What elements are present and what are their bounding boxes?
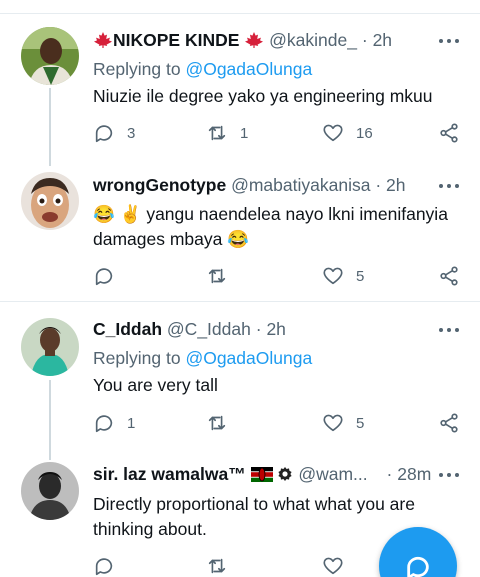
maple-leaf-icon	[94, 32, 112, 48]
like-button[interactable]	[322, 554, 356, 577]
tweet-text: 😂 ✌️ yangu naendelea nayo lkni imenifany…	[93, 202, 463, 252]
author-handle[interactable]: @C_Iddah	[167, 319, 251, 339]
maple-leaf-icon	[245, 32, 264, 48]
share-button[interactable]	[438, 264, 460, 288]
author-handle[interactable]: @mabatiyakanisa	[231, 175, 370, 195]
more-dots-icon	[439, 473, 443, 477]
retweet-icon	[208, 415, 226, 431]
thread-line	[49, 380, 51, 460]
mention-link[interactable]: @OgadaOlunga	[185, 348, 312, 368]
like-button[interactable]: 16	[322, 121, 373, 145]
retweet-icon	[208, 558, 226, 574]
reply-icon	[95, 415, 113, 433]
kenya-flag-icon	[250, 467, 273, 482]
separator-dot: ·	[375, 175, 382, 195]
reply-button[interactable]: 1	[93, 411, 135, 435]
retweet-icon	[208, 125, 226, 141]
separator-dot: ·	[361, 30, 368, 50]
reply-icon	[95, 268, 113, 286]
avatar[interactable]	[21, 462, 79, 520]
like-button[interactable]: 5	[322, 264, 364, 288]
more-dots-icon	[439, 184, 443, 188]
more-dots-icon	[439, 39, 443, 43]
author-name[interactable]: NIKOPE KINDE	[113, 30, 239, 50]
mention-link[interactable]: @OgadaOlunga	[185, 59, 312, 79]
emoji: 😂 ✌️	[93, 204, 142, 224]
avatar[interactable]	[21, 27, 79, 85]
retweet-button[interactable]	[206, 411, 240, 435]
separator-dot: ·	[255, 319, 262, 339]
retweet-count: 1	[240, 124, 249, 142]
avatar[interactable]	[21, 318, 79, 376]
retweet-button[interactable]: 1	[206, 121, 248, 145]
reply-button[interactable]: 3	[93, 121, 135, 145]
more-options-button[interactable]	[436, 36, 462, 46]
timestamp[interactable]: 28m	[397, 464, 431, 484]
badge-icon	[278, 467, 293, 481]
reply-button[interactable]	[93, 264, 127, 288]
retweet-icon	[208, 268, 226, 284]
tweet-divider	[0, 301, 480, 302]
share-icon	[440, 413, 458, 433]
reply-count: 3	[127, 124, 136, 142]
author-handle[interactable]: @kakinde_	[269, 30, 357, 50]
share-button[interactable]	[438, 121, 460, 145]
retweet-button[interactable]	[206, 554, 240, 577]
tweet-text: You are very tall	[93, 375, 218, 395]
timestamp[interactable]: 2h	[373, 30, 392, 50]
timestamp[interactable]: 2h	[386, 175, 405, 195]
reply-icon	[95, 125, 113, 143]
more-dots-icon	[439, 328, 443, 332]
more-options-button[interactable]	[436, 181, 462, 191]
like-count: 16	[356, 124, 373, 142]
author-handle[interactable]: @wam...	[298, 464, 367, 484]
separator-dot: ·	[386, 464, 393, 484]
timestamp[interactable]: 2h	[266, 319, 285, 339]
share-button[interactable]	[438, 411, 460, 435]
replying-to: Replying to @OgadaOlunga	[93, 348, 312, 369]
like-count: 5	[356, 267, 365, 285]
heart-icon	[323, 124, 343, 142]
replying-to: Replying to @OgadaOlunga	[93, 59, 312, 80]
author-name[interactable]: wrongGenotype	[93, 175, 226, 195]
tweet-text: Niuzie ile degree yako ya engineering mk…	[93, 86, 433, 106]
retweet-button[interactable]	[206, 264, 240, 288]
reply-button[interactable]	[93, 554, 127, 577]
top-divider	[0, 13, 480, 14]
tweet-text-line: damages mbaya	[93, 229, 223, 249]
share-icon	[440, 266, 458, 286]
replying-to-label: Replying to	[93, 59, 181, 79]
emoji: 😂	[227, 229, 250, 249]
reply-count: 1	[127, 414, 136, 432]
thread-line	[49, 88, 51, 166]
tweet-text-line: yangu naendelea nayo lkni imenifanyia	[146, 204, 448, 224]
reply-icon	[95, 558, 113, 576]
heart-icon	[323, 414, 343, 432]
avatar[interactable]	[21, 172, 79, 230]
like-button[interactable]: 5	[322, 411, 364, 435]
heart-icon	[323, 267, 343, 285]
compose-icon	[407, 556, 429, 577]
heart-icon	[323, 557, 343, 575]
author-name[interactable]: sir. laz wamalwa™	[93, 464, 246, 484]
like-count: 5	[356, 414, 365, 432]
share-icon	[440, 123, 458, 143]
author-name[interactable]: C_Iddah	[93, 319, 162, 339]
more-options-button[interactable]	[436, 325, 462, 335]
replying-to-label: Replying to	[93, 348, 181, 368]
more-options-button[interactable]	[436, 470, 462, 480]
